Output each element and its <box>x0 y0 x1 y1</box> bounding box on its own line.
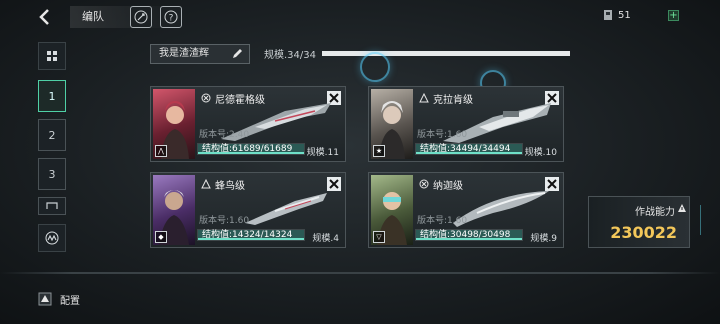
ship-scale: 规模.9 <box>530 234 557 244</box>
structure-value: 结构值:14324/14324 <box>202 230 293 240</box>
deco-ring <box>360 52 390 82</box>
structure-value: 结构值:30498/30498 <box>420 230 511 240</box>
tab-team-lock[interactable] <box>38 197 66 215</box>
structure-bar: 结构值:14324/14324 <box>197 229 305 241</box>
rank-icon: ▽ <box>373 231 385 243</box>
ship-version: 版本号:2.40 <box>199 130 250 140</box>
ship-class-icon <box>419 93 429 103</box>
rocket-icon <box>134 10 148 24</box>
team-scale-label: 规模.34/34 <box>264 50 316 61</box>
formation-icon <box>45 231 59 245</box>
combat-power-value: 230022 <box>610 223 677 242</box>
captain-portrait: ◆ <box>153 175 195 245</box>
tab-team-1[interactable]: 1 <box>38 80 66 112</box>
grid-icon <box>47 51 57 61</box>
ship-scale: 规模.4 <box>312 234 339 244</box>
config-label: 配置 <box>60 295 80 307</box>
currency-display: 51 + <box>602 6 684 24</box>
captain-portrait: ▽ <box>371 175 413 245</box>
svg-text:?: ? <box>169 14 174 24</box>
ship-class-icon <box>419 179 429 189</box>
team-name-field[interactable]: 我是渣渣辉 <box>150 44 250 64</box>
add-currency-button[interactable]: + <box>668 9 679 21</box>
captain-portrait: ★ <box>371 89 413 159</box>
structure-value: 结构值:61689/61689 <box>202 144 293 154</box>
pencil-icon <box>233 49 242 58</box>
rank-icon: ⋀ <box>155 145 167 157</box>
rank-icon: ★ <box>373 145 385 157</box>
combat-power-panel: 作战能力 230022 <box>588 196 690 248</box>
tab-team-2[interactable]: 2 <box>38 119 66 151</box>
help-icon: ? <box>164 10 178 24</box>
help-button[interactable]: ? <box>160 6 182 28</box>
ship-card-3[interactable]: ◆ 蜂鸟级 版本号:1.60 结构值:14324/14324 规模.4 <box>150 172 346 248</box>
ship-card-4[interactable]: ▽ 纳迦级 版本号:1.60 结构值:30498/30498 规模.9 <box>368 172 564 248</box>
team-scale-fill <box>322 51 570 56</box>
ship-version: 版本号:1.60 <box>417 130 468 140</box>
structure-bar: 结构值:30498/30498 <box>415 229 523 241</box>
ship-card-1[interactable]: ⋀ 尼德霍格级 版本号:2.40 结构值:61689/61689 规模.11 <box>150 86 346 162</box>
combat-power-label: 作战能力 <box>635 207 675 218</box>
warning-icon[interactable] <box>677 203 687 213</box>
team-scale-bar <box>322 51 570 56</box>
ship-class-icon <box>201 93 211 103</box>
ship-scale: 规模.11 <box>306 148 339 158</box>
formation-button[interactable] <box>38 224 66 252</box>
ship-scale: 规模.10 <box>524 148 557 158</box>
fuel-icon <box>604 10 612 20</box>
ship-version: 版本号:1.60 <box>199 216 250 226</box>
back-arrow-icon <box>39 9 49 25</box>
bottom-divider <box>0 272 720 274</box>
tab-team-3[interactable]: 3 <box>38 158 66 190</box>
config-icon <box>38 292 52 306</box>
rank-icon: ◆ <box>155 231 167 243</box>
captain-portrait: ⋀ <box>153 89 195 159</box>
structure-value: 结构值:34494/34494 <box>420 144 511 154</box>
currency-amount: 51 <box>618 9 631 21</box>
ship-class-icon <box>201 179 211 189</box>
ship-card-2[interactable]: ★ 克拉肯级 版本号:1.60 结构值:34494/34494 规模.10 <box>368 86 564 162</box>
grid-view-button[interactable] <box>38 42 66 70</box>
rocket-button[interactable] <box>130 6 152 28</box>
ship-version: 版本号:1.60 <box>417 216 468 226</box>
config-button[interactable]: 配置 <box>38 290 80 308</box>
bracket-icon <box>46 202 58 209</box>
structure-bar: 结构值:61689/61689 <box>197 143 305 155</box>
right-edge-decoration <box>700 205 720 235</box>
top-bar: 编队 ? 51 + <box>0 0 720 34</box>
team-name-text: 我是渣渣辉 <box>159 48 209 59</box>
structure-bar: 结构值:34494/34494 <box>415 143 523 155</box>
back-button[interactable] <box>34 6 56 28</box>
